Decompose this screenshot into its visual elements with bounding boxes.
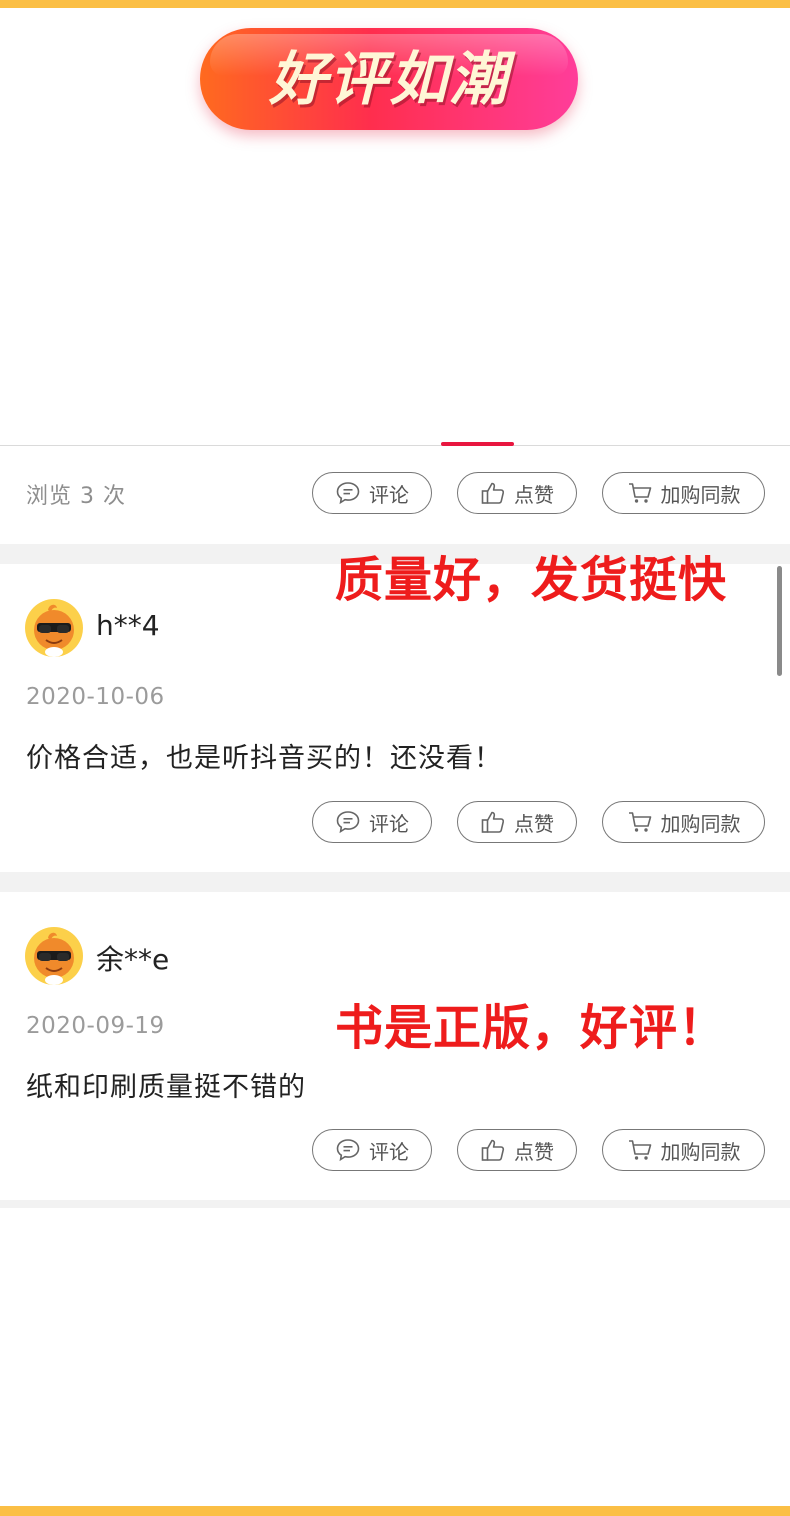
comment-button[interactable]: 评论 [312, 472, 432, 514]
comment-icon [336, 482, 360, 505]
praise-banner: 好评如潮 [200, 28, 580, 132]
user-avatar-icon [25, 599, 83, 657]
review-username: 余**e [96, 943, 170, 976]
comment-icon [336, 811, 360, 834]
add-to-cart-button[interactable]: 加购同款 [602, 1129, 765, 1171]
section-separator [0, 1200, 790, 1208]
like-label: 点赞 [514, 811, 554, 836]
comment-button[interactable]: 评论 [312, 1129, 432, 1171]
comment-label: 评论 [369, 482, 409, 507]
section-separator [0, 872, 790, 892]
shopping-cart-icon [628, 1140, 651, 1160]
comment-label: 评论 [369, 811, 409, 836]
active-tab-indicator [441, 442, 514, 446]
promo-caption-authentic: 书是正版，好评！ [335, 1000, 728, 1056]
like-button[interactable]: 点赞 [457, 472, 577, 514]
bottom-frame-bar [0, 1506, 790, 1516]
top-frame-bar [0, 0, 790, 8]
comment-label: 评论 [369, 1139, 409, 1164]
promo-caption-quality: 质量好，发货挺快 [335, 552, 728, 608]
like-label: 点赞 [514, 1139, 554, 1164]
comment-icon [336, 1139, 360, 1162]
add-to-cart-button[interactable]: 加购同款 [602, 801, 765, 843]
thumbs-up-icon [481, 482, 505, 504]
review-username: h**4 [96, 609, 160, 642]
banner-title: 好评如潮 [268, 45, 509, 113]
comment-button[interactable]: 评论 [312, 801, 432, 843]
scrollbar-thumb[interactable] [777, 566, 782, 676]
cart-label: 加购同款 [660, 482, 741, 507]
like-label: 点赞 [514, 482, 554, 507]
cart-label: 加购同款 [660, 811, 741, 836]
cart-label: 加购同款 [660, 1139, 741, 1164]
review-date: 2020-09-19 [26, 1013, 165, 1039]
like-button[interactable]: 点赞 [457, 1129, 577, 1171]
shopping-cart-icon [628, 483, 651, 503]
review-date: 2020-10-06 [26, 684, 165, 710]
user-avatar-icon [25, 927, 83, 985]
thumbs-up-icon [481, 1139, 505, 1161]
thumbs-up-icon [481, 811, 505, 833]
shopping-cart-icon [628, 812, 651, 832]
view-count: 浏览 3 次 [26, 484, 126, 509]
review-text: 纸和印刷质量挺不错的 [26, 1072, 306, 1103]
like-button[interactable]: 点赞 [457, 801, 577, 843]
tab-divider [0, 445, 790, 446]
review-text: 价格合适，也是听抖音买的！还没看！ [26, 743, 502, 774]
add-to-cart-button[interactable]: 加购同款 [602, 472, 765, 514]
